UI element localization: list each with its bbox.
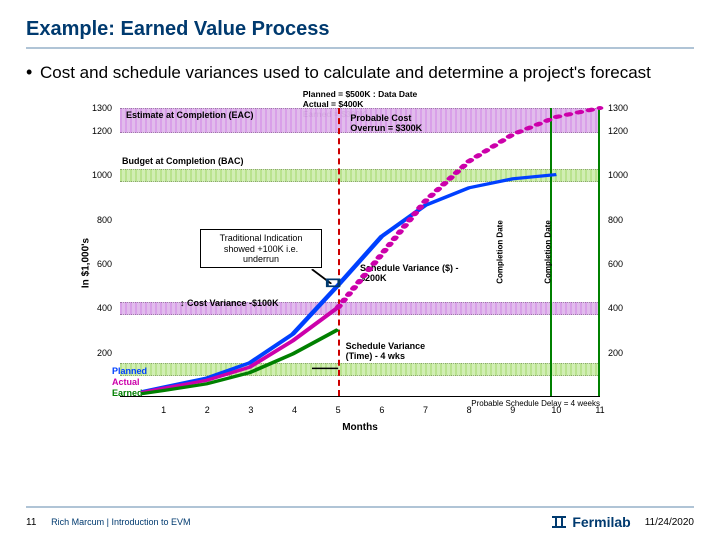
- plot-area: Estimate at Completion (EAC) Budget at C…: [120, 108, 600, 397]
- footer-date: 11/24/2020: [645, 517, 694, 528]
- evm-chart: Planned = $500K : Data Date Actual = $40…: [80, 90, 640, 435]
- page-title: Example: Earned Value Process: [26, 18, 694, 49]
- y-axis-left: 1300 1200 1000 800 600 400 200: [80, 90, 114, 435]
- main-bullet: Cost and schedule variances used to calc…: [40, 61, 694, 84]
- curves-svg: [120, 108, 600, 396]
- footer-author: Rich Marcum | Introduction to EVM: [51, 517, 190, 527]
- slide-footer: 11 Rich Marcum | Introduction to EVM Fer…: [26, 506, 694, 530]
- x-axis: 1 2 3 4 5 6 7 8 9 10 11 Months: [120, 403, 600, 435]
- y-axis-right: 1300 1200 1000 800 600 400 200: [606, 90, 640, 435]
- x-axis-label: Months: [120, 422, 600, 433]
- page-number: 11: [26, 517, 36, 528]
- fermilab-logo: Fermilab: [550, 514, 630, 530]
